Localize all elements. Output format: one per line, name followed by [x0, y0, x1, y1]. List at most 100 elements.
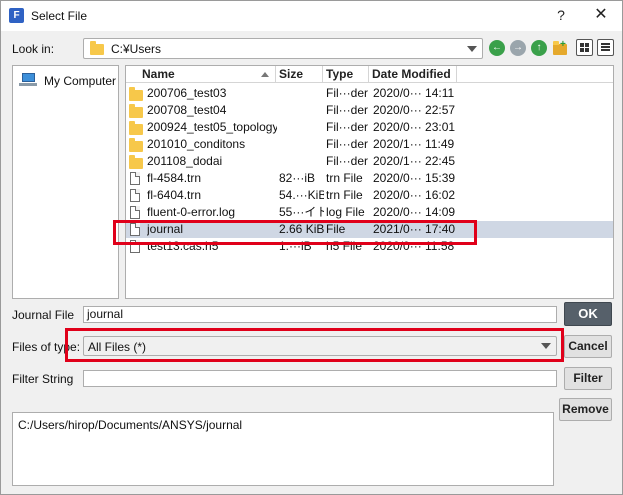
file-row[interactable]: fl-6404.trn 54.···KiB trn File 2020/0··· 16…: [126, 187, 613, 204]
detail-view-icon[interactable]: [597, 39, 614, 56]
folder-icon: [129, 104, 143, 118]
file-type: Fil···der: [326, 137, 368, 151]
file-type: h5 File: [326, 239, 363, 253]
file-icon: [130, 172, 140, 185]
file-name: 201010_conditons: [147, 137, 246, 151]
folder-row[interactable]: 200708_test04 Fil···der 2020/0··· 22:57: [126, 102, 613, 119]
file-row[interactable]: test13.cas.h5 1.···iB h5 File 2020/0··· 11:…: [126, 238, 613, 255]
file-type: log File: [326, 205, 365, 219]
filter-string-label: Filter String: [12, 372, 74, 386]
file-name: fl-6404.trn: [147, 188, 202, 202]
file-date-modified: 2020/0··· 15:39: [373, 171, 456, 185]
file-list-header: Name Size Type Date Modified: [126, 66, 613, 83]
journal-file-input[interactable]: journal: [83, 306, 557, 323]
file-size: 1.···iB: [279, 239, 312, 253]
folder-icon: [90, 41, 104, 55]
title-bar: F Select File ? ✕: [1, 1, 622, 31]
file-size: [279, 153, 324, 170]
chevron-down-icon: [467, 46, 477, 52]
folder-row[interactable]: 200706_test03 Fil···der 2020/0··· 14:11: [126, 85, 613, 102]
files-of-type-combo[interactable]: All Files (*): [83, 336, 557, 356]
cancel-button[interactable]: Cancel: [564, 335, 612, 358]
file-date-modified: 2020/0··· 23:01: [373, 120, 456, 134]
sidebar-item-my-computer[interactable]: My Computer: [19, 72, 117, 90]
chevron-down-icon: [541, 343, 551, 349]
help-button[interactable]: ?: [549, 4, 573, 26]
new-folder-icon[interactable]: +: [552, 39, 569, 56]
file-type: File: [326, 222, 346, 236]
file-row[interactable]: journal 2.66 KiB File 2021/0··· 17:40: [126, 221, 613, 238]
select-file-dialog: F Select File ? ✕ Look in: C:¥Users ← → …: [0, 0, 623, 495]
file-date-modified: 2020/1··· 22:45: [373, 154, 456, 168]
up-folder-icon[interactable]: ↑: [531, 40, 547, 56]
journal-file-label: Journal File: [12, 308, 75, 322]
column-header-type[interactable]: Type: [323, 66, 369, 83]
file-icon: [130, 223, 140, 236]
column-header-name[interactable]: Name: [138, 66, 276, 83]
folder-row[interactable]: 201108_dodai Fil···der 2020/1··· 22:45: [126, 153, 613, 170]
app-icon: F: [9, 8, 24, 23]
file-name: fluent-0-error.log: [147, 205, 236, 219]
file-date-modified: 2021/0··· 17:40: [373, 222, 456, 236]
file-date-modified: 2020/0··· 14:09: [373, 205, 456, 219]
folder-row[interactable]: 200924_test05_topology Fil···der 2020/0···…: [126, 119, 613, 136]
sort-ascending-icon: [261, 72, 269, 77]
look-in-value: C:¥Users: [111, 42, 162, 56]
selected-path-item[interactable]: C:/Users/hirop/Documents/ANSYS/journal: [18, 418, 242, 432]
file-size: 2.66 KiB: [279, 222, 324, 236]
file-name: 201108_dodai: [147, 154, 223, 168]
file-name: journal: [147, 222, 184, 236]
file-icon: [130, 240, 140, 253]
back-icon[interactable]: ←: [489, 40, 505, 56]
folder-row[interactable]: 201010_conditons Fil···der 2020/1··· 11:49: [126, 136, 613, 153]
sidebar-item-label: My Computer: [44, 74, 117, 88]
file-size: 55···イト: [279, 205, 324, 219]
file-size: [279, 102, 324, 119]
file-type: Fil···der: [326, 103, 368, 117]
selected-path-list[interactable]: C:/Users/hirop/Documents/ANSYS/journal: [12, 412, 554, 486]
computer-icon: [19, 73, 37, 86]
file-date-modified: 2020/0··· 11:58: [373, 239, 455, 253]
list-view-icon[interactable]: [576, 39, 593, 56]
file-name: test13.cas.h5: [147, 239, 219, 253]
file-date-modified: 2020/1··· 11:49: [373, 137, 455, 151]
file-size: [279, 136, 324, 153]
file-date-modified: 2020/0··· 16:02: [373, 188, 456, 202]
file-size: 82···iB: [279, 171, 316, 185]
column-header-date-modified[interactable]: Date Modified: [369, 66, 457, 83]
files-of-type-value: All Files (*): [88, 340, 147, 354]
file-name: 200706_test03: [147, 86, 227, 100]
file-name: 200708_test04: [147, 103, 227, 117]
files-of-type-label: Files of type:: [12, 340, 81, 354]
filter-button[interactable]: Filter: [564, 367, 612, 390]
look-in-label: Look in:: [12, 42, 55, 56]
file-date-modified: 2020/0··· 22:57: [373, 103, 456, 117]
file-type: Fil···der: [326, 86, 368, 100]
close-button[interactable]: ✕: [589, 4, 613, 26]
column-header-size[interactable]: Size: [276, 66, 323, 83]
file-icon: [130, 189, 140, 202]
file-row[interactable]: fluent-0-error.log 55···イト log File 2020/0·…: [126, 204, 613, 221]
folder-icon: [129, 155, 143, 169]
sidebar: My Computer: [12, 65, 119, 299]
file-name: 200924_test05_topology: [147, 120, 277, 134]
file-name: fl-4584.trn: [147, 171, 202, 185]
ok-button[interactable]: OK: [564, 302, 612, 326]
filter-string-input[interactable]: [83, 370, 557, 387]
file-row[interactable]: fl-4584.trn 82···iB trn File 2020/0··· 15:3…: [126, 170, 613, 187]
look-in-combo[interactable]: C:¥Users: [83, 38, 483, 59]
file-type: Fil···der: [326, 154, 368, 168]
remove-button[interactable]: Remove: [559, 398, 612, 421]
file-size: [279, 119, 324, 136]
file-type: trn File: [326, 171, 363, 185]
file-type: Fil···der: [326, 120, 368, 134]
file-date-modified: 2020/0··· 14:11: [373, 86, 455, 100]
file-icon: [130, 206, 140, 219]
file-list: Name Size Type Date Modified 200706_test…: [125, 65, 614, 299]
file-type: trn File: [326, 188, 363, 202]
file-size: 54.···KiB: [279, 188, 324, 202]
folder-icon: [129, 138, 143, 152]
window-title: Select File: [31, 9, 88, 23]
forward-icon[interactable]: →: [510, 40, 526, 56]
file-size: [279, 85, 324, 102]
